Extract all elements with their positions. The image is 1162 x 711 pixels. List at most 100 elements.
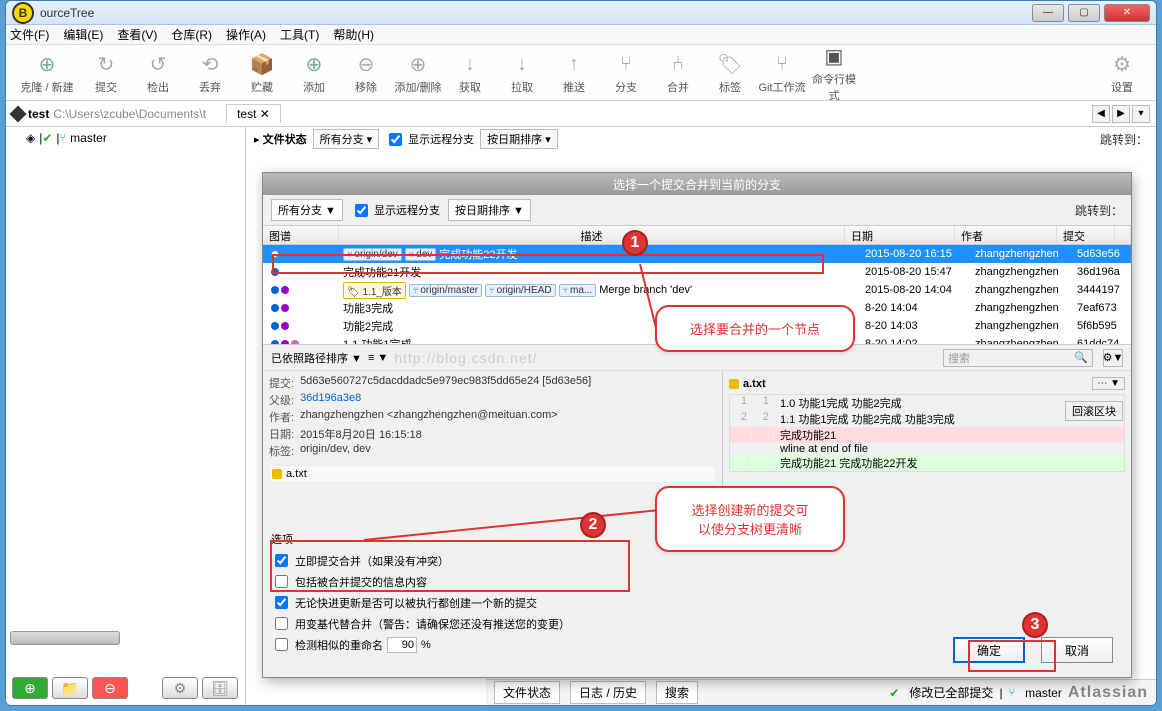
- tool-获取[interactable]: ↓获取: [444, 51, 496, 95]
- hdr-graph[interactable]: 图谱: [263, 226, 339, 244]
- branch-filter[interactable]: 所有分支 ▾: [313, 129, 380, 149]
- commit-row[interactable]: 🏷 1.1_版本 ⑂origin/master ⑂origin/HEAD ⑂ma…: [263, 281, 1131, 299]
- titlebar: B ourceTree — ▢ ✕: [6, 1, 1156, 25]
- hdr-desc[interactable]: 描述: [339, 226, 845, 244]
- repo-add-button[interactable]: ⊕: [12, 677, 48, 699]
- repo-remove-button[interactable]: ⊖: [92, 677, 128, 699]
- repo-settings-button[interactable]: ⚙: [162, 677, 198, 699]
- settings-gear-button[interactable]: ⚙▼: [1103, 349, 1123, 367]
- tool-icon: 🏷: [704, 51, 756, 79]
- tool-icon: ↓: [444, 51, 496, 79]
- minimize-button[interactable]: —: [1032, 4, 1064, 22]
- sort-select[interactable]: 按日期排序 ▾: [480, 129, 558, 149]
- hdr-date[interactable]: 日期: [845, 226, 955, 244]
- repo-folder-button[interactable]: 📁: [52, 677, 88, 699]
- badge-b: B: [12, 2, 34, 24]
- menu-edit[interactable]: 编辑(E): [63, 26, 103, 43]
- view-mode-button[interactable]: ≡ ▼: [368, 352, 388, 364]
- opt-rebase[interactable]: [275, 617, 288, 630]
- dlg-branch-filter[interactable]: 所有分支 ▼: [271, 199, 343, 221]
- tool-icon: ▣: [808, 43, 860, 71]
- file-modified-icon: [272, 469, 282, 479]
- watermark: http://blog.csdn.net/: [394, 350, 537, 366]
- show-remote-checkbox[interactable]: [389, 133, 402, 146]
- menu-action[interactable]: 操作(A): [226, 26, 266, 43]
- annotation-box-row: [272, 254, 824, 274]
- tool-检出[interactable]: ↺检出: [132, 51, 184, 95]
- rename-percent-input[interactable]: [387, 637, 417, 653]
- opt-no-ff[interactable]: [275, 596, 288, 609]
- tool-icon: ⟲: [184, 51, 236, 79]
- dlg-sort-select[interactable]: 按日期排序 ▼: [448, 199, 531, 221]
- menu-repo[interactable]: 仓库(R): [171, 26, 212, 43]
- repo-tab[interactable]: test ✕: [226, 104, 281, 123]
- tool-icon: ⊕: [288, 51, 340, 79]
- tool-移除[interactable]: ⊖移除: [340, 51, 392, 95]
- tab-list-button[interactable]: ▾: [1132, 105, 1150, 123]
- tool-丢弃[interactable]: ⟲丢弃: [184, 51, 236, 95]
- tool-标签[interactable]: 🏷标签: [704, 51, 756, 95]
- tool-settings[interactable]: ⚙设置: [1096, 51, 1148, 95]
- tool-拉取[interactable]: ↓拉取: [496, 51, 548, 95]
- close-button[interactable]: ✕: [1104, 4, 1150, 22]
- tool-合并[interactable]: ⑃合并: [652, 51, 704, 95]
- tool-Git工作流[interactable]: ⑂Git工作流: [756, 51, 808, 95]
- changed-file-row[interactable]: a.txt: [269, 465, 716, 483]
- section-filestate[interactable]: 文件状态: [263, 134, 307, 146]
- commit-details: 提交:5d63e560727c5dacddadc5e979ec983f5dd65…: [263, 371, 723, 541]
- tool-icon: ⊖: [340, 51, 392, 79]
- repo-path: C:\Users\zcube\Documents\t: [53, 107, 206, 121]
- jump-label: 跳转到：: [1100, 131, 1148, 148]
- repo-db-button[interactable]: 🗄: [202, 677, 238, 699]
- search-input[interactable]: 搜索🔍: [943, 349, 1093, 367]
- tool-贮藏[interactable]: 📦贮藏: [236, 51, 288, 95]
- menu-file[interactable]: 文件(F): [10, 26, 49, 43]
- menu-help[interactable]: 帮助(H): [333, 26, 374, 43]
- sb-file-button[interactable]: 文件状态: [494, 681, 560, 704]
- hdr-sha[interactable]: 提交: [1057, 226, 1115, 244]
- tri-icon: ◈: [26, 131, 35, 145]
- menu-view[interactable]: 查看(V): [117, 26, 157, 43]
- tool-icon: ⊕: [392, 51, 444, 79]
- tab-label: test: [237, 107, 256, 121]
- tool-推送[interactable]: ↑推送: [548, 51, 600, 95]
- tool-分支[interactable]: ⑂分支: [600, 51, 652, 95]
- sb-history-button[interactable]: 日志 / 历史: [570, 681, 646, 704]
- tab-prev-button[interactable]: ◀: [1092, 105, 1110, 123]
- sidebar: ◈ | ✔ | ⑂ master ⊕ 📁 ⊖ ⚙ 🗄: [6, 127, 246, 705]
- tool-icon: ⑂: [600, 51, 652, 79]
- tool-提交[interactable]: ↻提交: [80, 51, 132, 95]
- annotation-bubble-2: 选择创建新的提交可以使分支树更清晰: [655, 486, 845, 552]
- path-sort-select[interactable]: 已依照路径排序 ▼: [271, 350, 362, 366]
- tool-命令行模式[interactable]: ▣命令行模式: [808, 43, 860, 103]
- annotation-box-ok: [968, 640, 1056, 672]
- annotation-bubble-1: 选择要合并的一个节点: [655, 305, 855, 352]
- tool-icon: ⊕: [14, 51, 80, 79]
- tool-添加[interactable]: ⊕添加: [288, 51, 340, 95]
- tool-克隆 / 新建[interactable]: ⊕克隆 / 新建: [14, 51, 80, 95]
- opt-detect-rename[interactable]: [275, 638, 288, 651]
- rollback-button[interactable]: 回滚区块: [1065, 401, 1123, 421]
- sidebar-scrollbar[interactable]: [10, 631, 120, 645]
- diff-menu-button[interactable]: ⋯ ▼: [1092, 377, 1125, 390]
- statusbar: 文件状态 日志 / 历史 搜索 ✔ 修改已全部提交 | ⑂ master Atl…: [486, 679, 1156, 705]
- hdr-author[interactable]: 作者: [955, 226, 1057, 244]
- menu-tools[interactable]: 工具(T): [280, 26, 319, 43]
- parent-link[interactable]: 36d196a3e8: [300, 392, 361, 408]
- status-branch-icon: ⑂: [1009, 687, 1016, 699]
- tab-next-button[interactable]: ▶: [1112, 105, 1130, 123]
- sb-search-button[interactable]: 搜索: [656, 681, 698, 704]
- tab-close-icon[interactable]: ✕: [260, 107, 270, 121]
- commit-list-header: 图谱 描述 日期 作者 提交: [263, 225, 1131, 245]
- tool-icon: ⑃: [652, 51, 704, 79]
- repo-header: test C:\Users\zcube\Documents\t test ✕ ◀…: [6, 101, 1156, 127]
- status-pushed: 修改已全部提交: [909, 684, 993, 701]
- tool-添加/删除[interactable]: ⊕添加/删除: [392, 51, 444, 95]
- sidebar-branch-master[interactable]: ◈ | ✔ | ⑂ master: [6, 127, 245, 149]
- tool-icon: ↑: [548, 51, 600, 79]
- dlg-jump-label: 跳转到：: [1075, 202, 1123, 219]
- maximize-button[interactable]: ▢: [1068, 4, 1100, 22]
- window-title: ourceTree: [40, 6, 94, 20]
- status-ok-icon: ✔: [889, 686, 899, 700]
- dlg-show-remote-checkbox[interactable]: [355, 204, 368, 217]
